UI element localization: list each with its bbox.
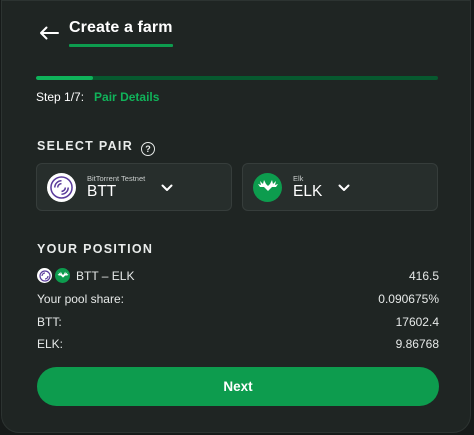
btt-logo-icon — [37, 268, 52, 283]
chevron-down-icon — [338, 179, 350, 197]
position-pair-value: 416.5 — [408, 268, 439, 283]
next-button[interactable]: Next — [37, 367, 439, 406]
pool-share-label: Your pool share: — [37, 292, 124, 306]
step-progress-fill — [36, 76, 94, 80]
chevron-down-icon — [161, 179, 173, 197]
position-pair-label: BTT – ELK — [76, 268, 135, 283]
step-progress-bar — [36, 76, 438, 80]
your-position-heading: YOUR POSITION — [37, 242, 154, 256]
position-pair-row: BTT – ELK 416.5 — [37, 268, 439, 283]
token-a-network: BitTorrent Testnet — [87, 174, 146, 183]
btt-amount-label: BTT: — [37, 315, 62, 329]
elk-amount-label: ELK: — [37, 337, 64, 351]
elk-amount-row: ELK: 9.86768 — [37, 337, 439, 351]
header: Create a farm — [38, 19, 173, 47]
elk-logo-icon — [253, 172, 282, 202]
step-number: Step 1/7: — [36, 90, 85, 104]
back-arrow-icon[interactable] — [38, 22, 60, 44]
btt-logo-icon — [47, 172, 76, 202]
token-b-network: Elk — [293, 174, 304, 183]
btt-amount-row: BTT: 17602.4 — [37, 315, 439, 329]
page-title: Create a farm — [69, 19, 173, 36]
btt-amount-value: 17602.4 — [395, 315, 439, 329]
step-indicator: Step 1/7: Pair Details — [36, 90, 159, 104]
select-pair-heading: SELECT PAIR? — [37, 139, 156, 156]
token-a-select[interactable]: BitTorrent Testnet BTT — [36, 163, 232, 211]
token-b-select[interactable]: Elk ELK — [242, 163, 438, 211]
step-name: Pair Details — [94, 90, 160, 104]
help-icon[interactable]: ? — [141, 142, 156, 156]
select-pair-label: SELECT PAIR — [37, 139, 134, 153]
pool-share-value: 0.090675% — [378, 292, 439, 306]
title-underline — [69, 44, 173, 47]
token-a-symbol: BTT — [87, 183, 117, 200]
elk-logo-icon — [55, 268, 70, 283]
create-farm-panel: Create a farm Step 1/7: Pair Details SEL… — [1, 0, 471, 433]
pool-share-row: Your pool share: 0.090675% — [37, 292, 439, 306]
token-b-symbol: ELK — [293, 183, 323, 200]
elk-amount-value: 9.86768 — [395, 337, 439, 351]
